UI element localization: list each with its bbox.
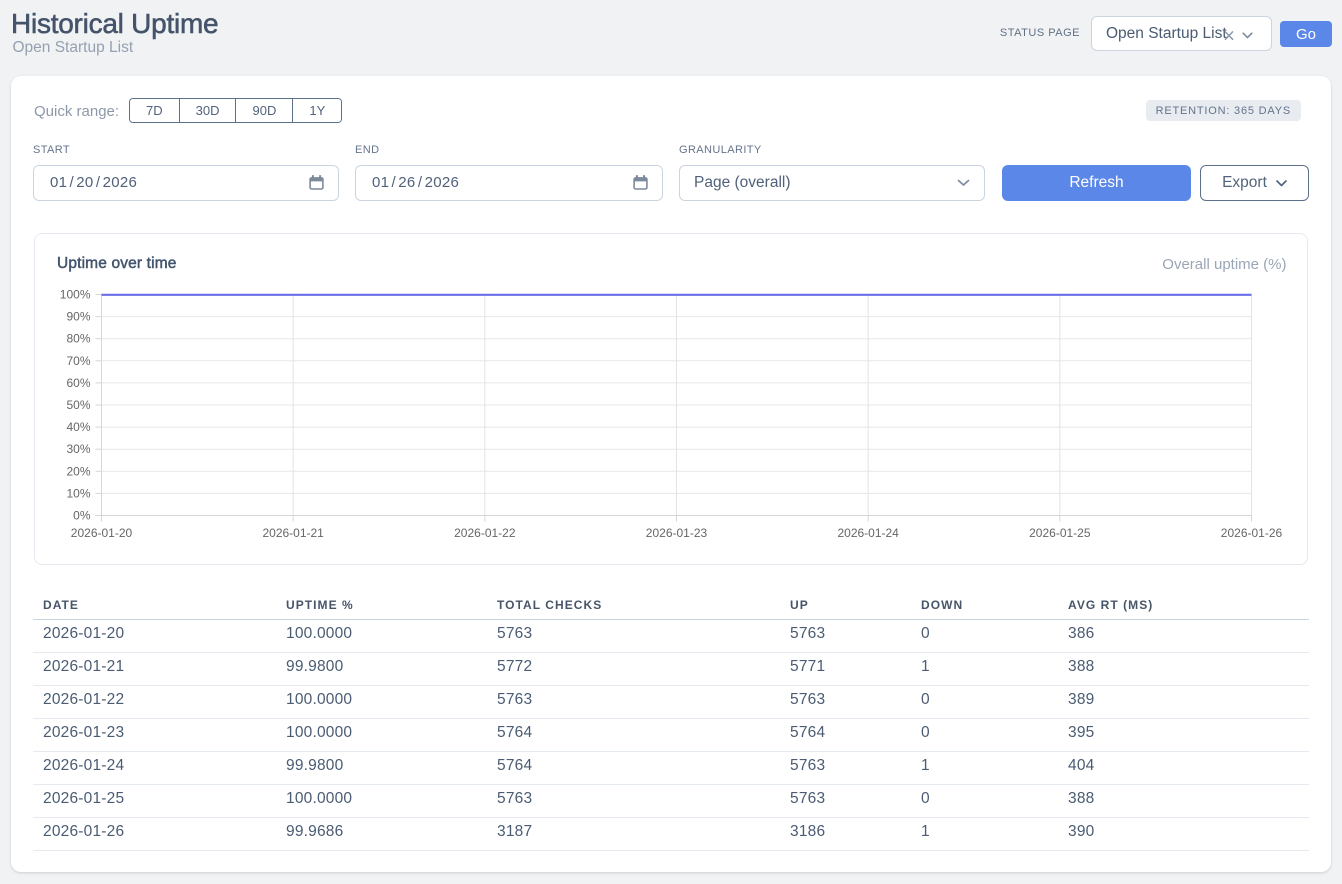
svg-text:2026-01-22: 2026-01-22: [454, 526, 516, 540]
svg-text:70%: 70%: [66, 354, 90, 368]
svg-text:2026-01-21: 2026-01-21: [262, 526, 324, 540]
svg-text:80%: 80%: [66, 332, 90, 346]
svg-text:100%: 100%: [60, 288, 91, 302]
svg-text:30%: 30%: [66, 442, 90, 456]
svg-text:40%: 40%: [66, 420, 90, 434]
svg-text:60%: 60%: [66, 376, 90, 390]
svg-text:0%: 0%: [73, 509, 91, 523]
svg-text:2026-01-24: 2026-01-24: [837, 526, 899, 540]
svg-text:2026-01-23: 2026-01-23: [646, 526, 708, 540]
svg-text:20%: 20%: [66, 464, 90, 478]
svg-text:2026-01-26: 2026-01-26: [1221, 526, 1283, 540]
svg-text:2026-01-20: 2026-01-20: [71, 526, 133, 540]
svg-text:90%: 90%: [66, 310, 90, 324]
svg-text:50%: 50%: [66, 398, 90, 412]
svg-text:2026-01-25: 2026-01-25: [1029, 526, 1091, 540]
svg-text:10%: 10%: [66, 486, 90, 500]
